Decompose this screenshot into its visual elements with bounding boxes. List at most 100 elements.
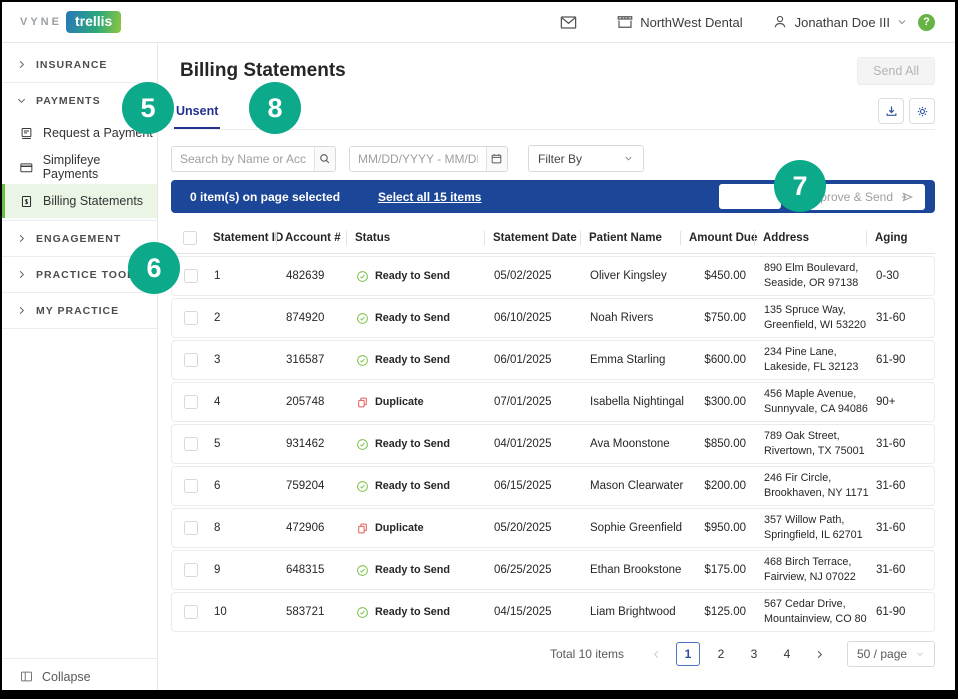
- sidebar-item-billing-statements[interactable]: Billing Statements: [2, 184, 157, 218]
- sidebar-item-engagement[interactable]: ENGAGEMENT: [2, 223, 157, 254]
- cell-amount: $175.00: [684, 564, 758, 576]
- calendar-icon[interactable]: [486, 147, 507, 171]
- sidebar-item-insurance[interactable]: INSURANCE: [2, 49, 157, 80]
- cell-status: Ready to Send: [350, 312, 488, 325]
- cell-amount: $300.00: [684, 396, 758, 408]
- top-bar: VYNE trellis NorthWest Dental Jonathan D…: [2, 2, 955, 43]
- print-button[interactable]: [719, 184, 781, 209]
- table-row: 9 648315 Ready to Send 06/25/2025 Ethan …: [171, 550, 935, 590]
- select-all-link[interactable]: Select all 15 items: [378, 190, 481, 204]
- page-button-2[interactable]: 2: [709, 642, 733, 666]
- date-range-input[interactable]: [350, 147, 486, 171]
- sidebar-collapse-button[interactable]: Collapse: [2, 658, 157, 694]
- cell-date: 06/10/2025: [488, 312, 584, 324]
- table-row: 5 931462 Ready to Send 04/01/2025 Ava Mo…: [171, 424, 935, 464]
- cell-patient: Noah Rivers: [584, 312, 684, 324]
- row-checkbox[interactable]: [184, 311, 198, 325]
- page-size-dropdown[interactable]: 50 / page: [847, 641, 935, 667]
- cell-date: 04/01/2025: [488, 438, 584, 450]
- table-settings-button[interactable]: [909, 98, 935, 124]
- col-statement-id: Statement ID: [207, 232, 279, 244]
- mail-icon[interactable]: [559, 13, 578, 32]
- row-checkbox[interactable]: [184, 563, 198, 577]
- cell-amount: $125.00: [684, 606, 758, 618]
- sidebar-item-simplifeye-payments[interactable]: Simplifeye Payments: [2, 150, 157, 184]
- billing-statements-table: Statement ID Account # Status Statement …: [171, 223, 935, 632]
- page-button-3[interactable]: 3: [742, 642, 766, 666]
- filter-by-dropdown[interactable]: Filter By: [528, 145, 644, 172]
- cell-aging: 31-60: [870, 564, 934, 576]
- cell-date: 05/02/2025: [488, 270, 584, 282]
- cell-date: 07/01/2025: [488, 396, 584, 408]
- vyne-trellis-logo: VYNE trellis: [20, 11, 121, 33]
- table-header-row: Statement ID Account # Status Statement …: [171, 223, 935, 254]
- row-checkbox[interactable]: [184, 605, 198, 619]
- row-checkbox[interactable]: [184, 479, 198, 493]
- status-ready-icon: [356, 564, 369, 577]
- cell-amount: $200.00: [684, 480, 758, 492]
- cell-amount: $600.00: [684, 354, 758, 366]
- send-all-button[interactable]: Send All: [857, 57, 935, 85]
- cell-aging: 61-90: [870, 606, 934, 618]
- row-checkbox[interactable]: [184, 395, 198, 409]
- pagination: Total 10 items 1 2 3 4 50 / page: [171, 641, 935, 667]
- user-name: Jonathan Doe III: [795, 15, 890, 30]
- help-button[interactable]: ?: [918, 14, 935, 31]
- cell-account: 482639: [280, 270, 350, 282]
- page-button-1[interactable]: 1: [676, 642, 700, 666]
- cell-statement-id: 3: [208, 354, 280, 366]
- cell-address: 234 Pine Lane, Lakeside, FL 32123: [758, 345, 870, 375]
- practice-selector[interactable]: NorthWest Dental: [616, 13, 742, 31]
- download-icon: [884, 104, 899, 119]
- page-button-4[interactable]: 4: [775, 642, 799, 666]
- cell-patient: Ava Moonstone: [584, 438, 684, 450]
- sidebar-label-engagement: ENGAGEMENT: [36, 233, 121, 245]
- logo-vyne-text: VYNE: [20, 16, 62, 28]
- search-input[interactable]: [172, 147, 314, 171]
- cell-account: 648315: [280, 564, 350, 576]
- table-row: 2 874920 Ready to Send 06/10/2025 Noah R…: [171, 298, 935, 338]
- cell-date: 06/25/2025: [488, 564, 584, 576]
- cell-date: 06/15/2025: [488, 480, 584, 492]
- collapse-sidebar-icon: [19, 669, 34, 684]
- status-ready-icon: [356, 438, 369, 451]
- cell-address: 135 Spruce Way, Greenfield, WI 53220: [758, 303, 870, 333]
- cell-status: Duplicate: [350, 522, 488, 535]
- total-items-text: Total 10 items: [550, 647, 624, 661]
- row-checkbox[interactable]: [184, 521, 198, 535]
- cell-patient: Isabella Nightingale: [584, 396, 684, 408]
- table-row: 6 759204 Ready to Send 06/15/2025 Mason …: [171, 466, 935, 506]
- select-all-checkbox[interactable]: [183, 231, 197, 245]
- selected-count-text: 0 item(s) on page selected: [190, 190, 340, 204]
- sidebar-item-my-practice[interactable]: MY PRACTICE: [2, 295, 157, 326]
- status-duplicate-icon: [356, 396, 369, 409]
- logo-trellis-badge: trellis: [66, 11, 121, 33]
- cell-status: Ready to Send: [350, 480, 488, 493]
- cell-address: 468 Birch Terrace, Fairview, NJ 07022: [758, 555, 870, 585]
- cell-address: 456 Maple Avenue, Sunnyvale, CA 94086: [758, 387, 870, 417]
- cell-account: 205748: [280, 396, 350, 408]
- sidebar-label-practice-tools: PRACTICE TOOLS: [36, 269, 143, 281]
- row-checkbox[interactable]: [184, 437, 198, 451]
- row-checkbox[interactable]: [184, 353, 198, 367]
- cell-address: 567 Cedar Drive, Mountainview, CO 80: [758, 597, 870, 627]
- tab-unsent[interactable]: Unsent: [174, 98, 220, 129]
- annotation-circle-6: 6: [128, 242, 180, 294]
- download-button[interactable]: [878, 98, 904, 124]
- user-menu[interactable]: Jonathan Doe III: [771, 13, 908, 31]
- cell-statement-id: 5: [208, 438, 280, 450]
- cell-amount: $950.00: [684, 522, 758, 534]
- chevron-down-icon: [896, 16, 908, 28]
- next-page-button[interactable]: [808, 643, 830, 665]
- search-icon[interactable]: [314, 147, 335, 171]
- status-ready-icon: [356, 480, 369, 493]
- cell-aging: 31-60: [870, 312, 934, 324]
- cell-aging: 0-30: [870, 270, 934, 282]
- prev-page-button[interactable]: [645, 643, 667, 665]
- cell-statement-id: 9: [208, 564, 280, 576]
- sidebar-label-my-practice: MY PRACTICE: [36, 305, 119, 317]
- cell-address: 890 Elm Boulevard, Seaside, OR 97138: [758, 261, 870, 291]
- cell-statement-id: 8: [208, 522, 280, 534]
- search-box: [171, 146, 336, 172]
- row-checkbox[interactable]: [184, 269, 198, 283]
